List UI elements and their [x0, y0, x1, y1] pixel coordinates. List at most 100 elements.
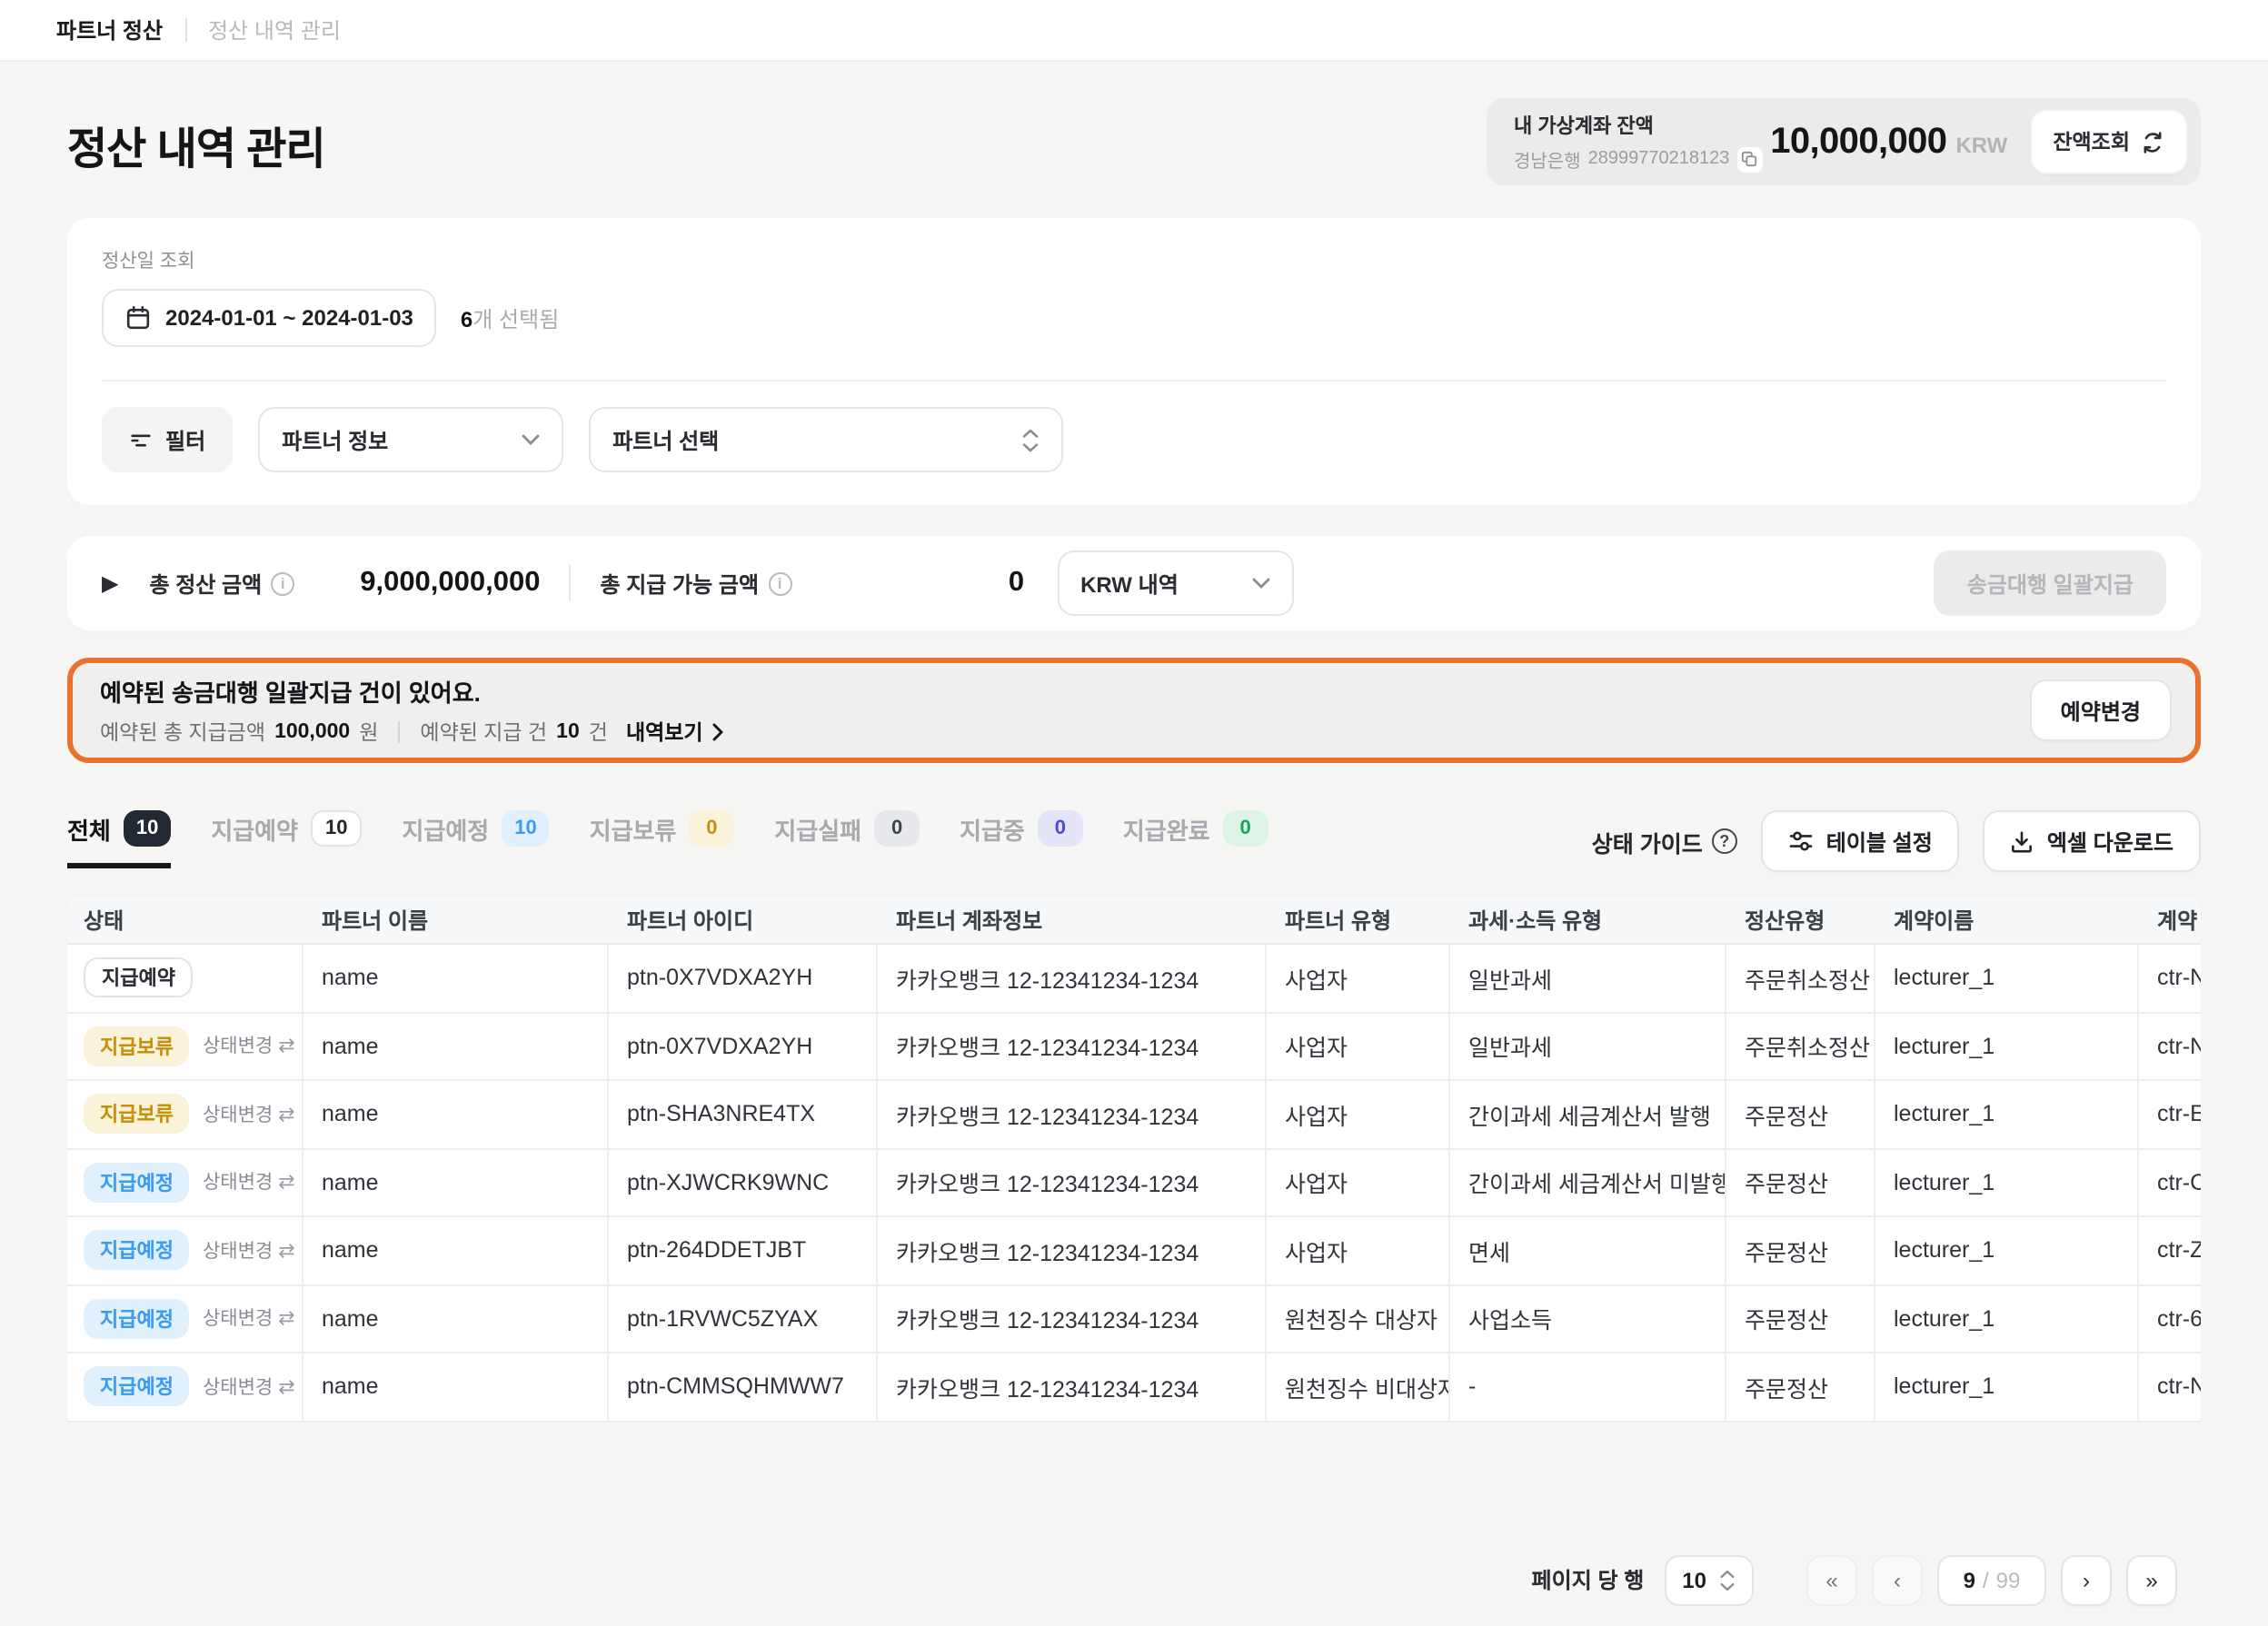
partner-id-cell: ptn-0X7VDXA2YH — [609, 1013, 878, 1079]
partner-id-cell: ptn-CMMSQHMWW7 — [609, 1353, 878, 1420]
reserved-amount-unit: 원 — [359, 718, 378, 747]
page-size-select[interactable]: 10 — [1664, 1554, 1754, 1605]
partner-select-dropdown[interactable]: 파트너 선택 — [589, 407, 1063, 472]
updown-chevrons-icon — [1021, 428, 1040, 451]
tax-type-cell: 사업소득 — [1450, 1285, 1726, 1352]
tab-label: 지급예정 — [403, 811, 490, 846]
copy-icon[interactable] — [1736, 146, 1762, 172]
status-cell: 지급보류 상태변경⇄ — [67, 1081, 303, 1147]
tab-reserved[interactable]: 지급예약 10 — [211, 810, 362, 868]
currency-history-dropdown[interactable]: KRW 내역 — [1057, 550, 1293, 616]
contract-id-cell: ctr-6 — [2139, 1285, 2201, 1352]
filter-card: 정산일 조회 2024-01-01 ~ 2024-01-03 6개 선택됨 — [67, 218, 2201, 505]
table-body: 지급예약nameptn-0X7VDXA2YH카카오뱅크 12-12341234-… — [67, 945, 2201, 1422]
partner-account-cell: 카카오뱅크 12-12341234-1234 — [878, 1149, 1267, 1215]
status-change-button[interactable]: 상태변경⇄ — [203, 1237, 295, 1264]
status-change-label: 상태변경 — [203, 1169, 273, 1196]
summary-card: ▶ 총 정산 금액 i 9,000,000,000 총 지급 가능 금액 i 0… — [67, 536, 2201, 630]
excel-download-button[interactable]: 엑셀 다운로드 — [1984, 810, 2201, 872]
status-change-button[interactable]: 상태변경⇄ — [203, 1033, 295, 1060]
settlement-type-cell: 주문정산 — [1726, 1081, 1875, 1147]
status-cell: 지급예정상태변경⇄ — [67, 1217, 303, 1284]
date-range-picker[interactable]: 2024-01-01 ~ 2024-01-03 — [102, 289, 437, 347]
sliders-icon — [1788, 828, 1814, 854]
tab-count-badge: 0 — [874, 810, 920, 847]
status-tabs: 전체10 지급예약 10 지급예정10 지급보류0 지급실패0 지급중0 지급완료0 — [67, 810, 1268, 868]
status-cell: 지급예약 — [67, 945, 303, 1011]
contract-name-cell: lecturer_1 — [1875, 1285, 2139, 1352]
chevron-down-icon — [1251, 578, 1269, 589]
prev-page-button[interactable]: ‹ — [1872, 1554, 1923, 1605]
info-icon[interactable]: i — [768, 571, 791, 595]
contract-name-cell: lecturer_1 — [1875, 1013, 2139, 1079]
next-page-button[interactable]: › — [2061, 1554, 2112, 1605]
info-icon[interactable]: i — [271, 571, 294, 595]
bulk-transfer-button[interactable]: 송금대행 일괄지급 — [1935, 550, 2166, 616]
breadcrumb-divider — [184, 18, 186, 42]
partner-name-cell: name — [303, 1013, 609, 1079]
tab-all[interactable]: 전체10 — [67, 810, 171, 868]
reserved-transfer-notice: 예약된 송금대행 일괄지급 건이 있어요. 예약된 총 지급금액 100,000… — [67, 658, 2201, 763]
column-header: 파트너 아이디 — [609, 897, 878, 943]
tab-processing[interactable]: 지급중0 — [960, 810, 1083, 868]
page-indicator[interactable]: 9 / 99 — [1937, 1554, 2046, 1605]
bank-name: 경남은행 — [1514, 145, 1581, 173]
balance-refresh-button[interactable]: 잔액조회 — [2029, 109, 2188, 174]
settlement-page: 파트너 정산 정산 내역 관리 정산 내역 관리 내 가상계좌 잔액 경남은행 … — [0, 0, 2268, 1626]
breadcrumb-section[interactable]: 파트너 정산 — [56, 15, 163, 45]
column-header: 파트너 계좌정보 — [878, 897, 1267, 943]
total-pages: 99 — [1996, 1567, 2021, 1592]
notice-title: 예약된 송금대행 일괄지급 건이 있어요. — [100, 674, 723, 709]
table-row: 지급예정상태변경⇄nameptn-XJWCRK9WNC카카오뱅크 12-1234… — [67, 1149, 2201, 1217]
tax-type-cell: 간이과세 세금계산서 미발행 — [1450, 1149, 1726, 1215]
settlement-type-cell: 주문취소정산 — [1726, 945, 1875, 1011]
tab-failed[interactable]: 지급실패0 — [774, 810, 920, 868]
reserved-amount: 100,000 — [274, 721, 350, 743]
status-change-button[interactable]: 상태변경⇄ — [203, 1373, 295, 1401]
status-change-label: 상태변경 — [203, 1373, 273, 1401]
settlement-type-cell: 주문정산 — [1726, 1353, 1875, 1420]
filter-icon — [129, 428, 153, 451]
swap-icon: ⇄ — [278, 1103, 294, 1126]
tab-label: 지급예약 — [211, 811, 298, 846]
last-page-button[interactable]: » — [2126, 1554, 2177, 1605]
tab-done[interactable]: 지급완료0 — [1123, 810, 1268, 868]
download-icon — [2011, 829, 2034, 853]
filter-button-label: 필터 — [165, 424, 205, 455]
tab-scheduled[interactable]: 지급예정10 — [403, 810, 550, 868]
balance-account-info: 경남은행 28999770218123 — [1514, 145, 1762, 173]
filter-button[interactable]: 필터 — [102, 407, 233, 472]
partner-name-cell: name — [303, 945, 609, 1011]
partner-account-cell: 카카오뱅크 12-12341234-1234 — [878, 1285, 1267, 1352]
status-cell: 지급예정상태변경⇄ — [67, 1285, 303, 1352]
partner-name-cell: name — [303, 1081, 609, 1147]
status-change-label: 상태변경 — [203, 1033, 273, 1060]
currency-history-value: KRW 내역 — [1080, 568, 1251, 599]
notice-divider — [398, 721, 400, 743]
expand-caret-icon[interactable]: ▶ — [102, 572, 118, 594]
payable-amount-value: 0 — [791, 567, 1024, 600]
table-settings-button[interactable]: 테이블 설정 — [1761, 810, 1960, 872]
first-page-button[interactable]: « — [1806, 1554, 1857, 1605]
status-guide-link[interactable]: 상태 가이드 ? — [1592, 824, 1737, 858]
table-row: 지급보류상태변경⇄nameptn-SHA3NRE4TX카카오뱅크 12-1234… — [67, 1081, 2201, 1149]
tab-count-badge: 10 — [311, 810, 363, 847]
tax-type-cell: 일반과세 — [1450, 1013, 1726, 1079]
tab-count-badge: 0 — [1038, 810, 1083, 847]
status-change-button[interactable]: 상태변경⇄ — [203, 1305, 295, 1333]
summary-divider — [569, 565, 571, 601]
tab-hold[interactable]: 지급보류0 — [590, 810, 735, 868]
table-row: 지급보류상태변경⇄nameptn-0X7VDXA2YH카카오뱅크 12-1234… — [67, 1013, 2201, 1081]
page-title: 정산 내역 관리 — [67, 113, 325, 176]
notice-details: 예약된 총 지급금액 100,000 원 예약된 지급 건 10 건 내역보기 — [100, 718, 723, 747]
partner-info-dropdown[interactable]: 파트너 정보 — [258, 407, 563, 472]
status-badge: 지급보류 — [84, 1095, 190, 1135]
status-change-button[interactable]: 상태변경⇄ — [203, 1169, 295, 1196]
status-change-button[interactable]: 상태변경⇄ — [203, 1101, 295, 1128]
change-reservation-button[interactable]: 예약변경 — [2030, 679, 2172, 741]
partner-type-cell: 원천징수 비대상자 — [1267, 1353, 1450, 1420]
view-details-link[interactable]: 내역보기 — [626, 718, 723, 747]
partner-type-cell: 사업자 — [1267, 945, 1450, 1011]
column-header: 계약 — [2139, 897, 2201, 943]
partner-select-value: 파트너 선택 — [612, 424, 1021, 455]
